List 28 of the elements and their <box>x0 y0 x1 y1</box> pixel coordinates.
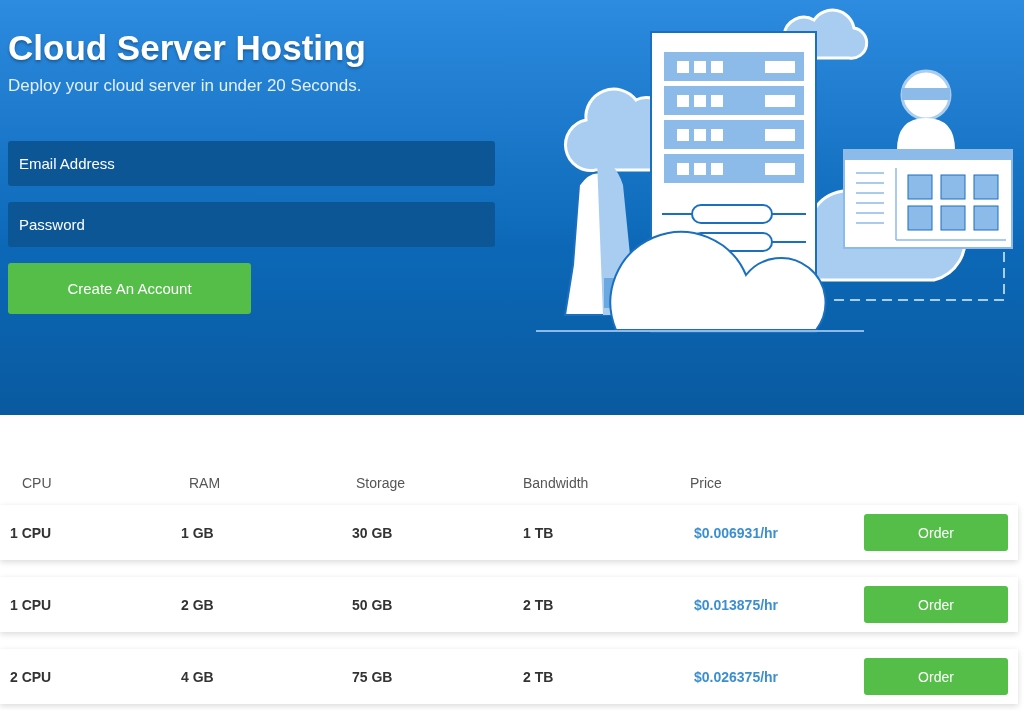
password-field[interactable]: Password <box>8 202 495 247</box>
order-button[interactable]: Order <box>864 586 1008 623</box>
column-header: CPU <box>21 475 53 491</box>
price-text: $0.006931/hr <box>693 524 780 541</box>
email-field[interactable]: Email Address <box>8 141 495 186</box>
price-text: $0.026375/hr <box>693 668 780 685</box>
table-cell-text: 30 GB <box>351 524 394 541</box>
hero-title: Cloud Server Hosting <box>8 27 367 69</box>
table-cell-text: 2 TB <box>522 596 555 613</box>
table-cell-text: 1 CPU <box>9 524 53 541</box>
table-cell-text: 1 GB <box>180 524 215 541</box>
table-cell-text: 50 GB <box>351 596 394 613</box>
table-cell-text: 1 TB <box>522 524 555 541</box>
column-header: RAM <box>188 475 222 491</box>
table-cell-text: 1 CPU <box>9 596 53 613</box>
hero-subtitle: Deploy your cloud server in under 20 Seconds. <box>8 76 363 96</box>
order-button[interactable]: Order <box>864 658 1008 695</box>
column-header: Bandwidth <box>522 475 590 491</box>
order-button[interactable]: Order <box>864 514 1008 551</box>
table-cell-text: 2 CPU <box>9 668 53 685</box>
create-account-button[interactable]: Create An Account <box>8 263 251 314</box>
table-cell-text: 2 TB <box>522 668 555 685</box>
table-cell-text: 75 GB <box>351 668 394 685</box>
column-header: Storage <box>355 475 407 491</box>
price-text: $0.013875/hr <box>693 596 780 613</box>
table-cell-text: 2 GB <box>180 596 215 613</box>
table-cell-text: 4 GB <box>180 668 215 685</box>
column-header: Price <box>689 475 723 491</box>
